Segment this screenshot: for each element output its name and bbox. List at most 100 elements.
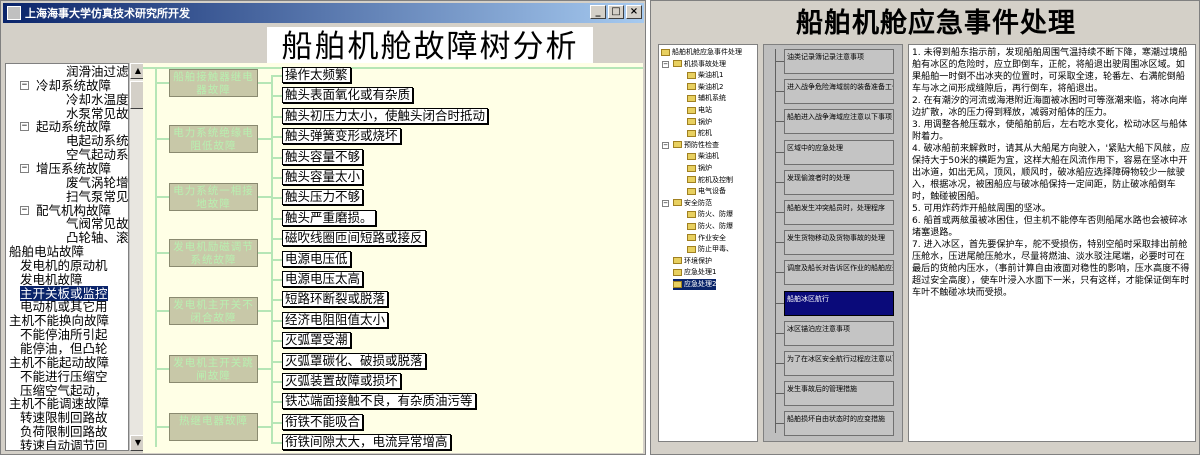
fault-item[interactable]: 触头容量太小	[282, 169, 364, 185]
emergency-category-tree[interactable]: 船舶机舱应急事件处理 − 机损事故处理 柴油机1 柴油机2 辅机系统 电站 锅炉 舵机 − 预防性检…	[658, 44, 758, 442]
tree-item[interactable]: 空气起动系	[66, 147, 128, 162]
fault-item[interactable]: 触头表面氧化或有杂质	[282, 87, 414, 104]
tree-item[interactable]: 应急处理1	[673, 267, 716, 278]
tree-item[interactable]: 主机不能调速故障	[9, 396, 109, 411]
tree-item[interactable]: 防火、防爆	[687, 209, 733, 220]
tree-collapse-icon[interactable]: −	[20, 163, 29, 173]
tree-item[interactable]: 润滑油过滤	[66, 64, 128, 79]
tree-item[interactable]: 辅机系统	[687, 93, 726, 104]
fault-item[interactable]: 灭弧罩受潮	[282, 332, 351, 349]
tree-item[interactable]: 起动系统故障	[36, 119, 111, 134]
fault-item[interactable]: 短路环断裂或脱落	[282, 291, 389, 308]
fault-group-box[interactable]: 发电机励磁调节系统故障	[169, 239, 258, 267]
fault-item[interactable]: 触头压力不够	[282, 189, 364, 206]
tree-item[interactable]: 机损事故处理	[673, 59, 726, 70]
tree-collapse-icon[interactable]: −	[20, 80, 29, 90]
tree-item[interactable]: 负荷限制回路故	[20, 424, 108, 439]
tree-item[interactable]: 电气设备	[687, 186, 726, 197]
tree-collapse-icon[interactable]: −	[20, 122, 29, 132]
fault-item[interactable]: 电源电压太高	[282, 271, 364, 287]
fault-item[interactable]: 操作太频繁	[282, 67, 351, 83]
tree-item[interactable]: 安全防范	[673, 198, 712, 209]
tree-item[interactable]: 发电机故障	[20, 272, 83, 287]
tree-item[interactable]: 配气机构故障	[36, 203, 111, 218]
fault-item[interactable]: 触头严重磨损。	[282, 209, 376, 226]
fault-item[interactable]: 触头初压力太小，使触头闭合时抵动	[282, 107, 489, 124]
tree-item[interactable]: 主机不能起动故障	[9, 355, 109, 370]
tree-item[interactable]: 废气涡轮增	[66, 175, 128, 190]
fault-item[interactable]: 衔铁间隙太大，电流异常增高	[282, 434, 451, 451]
close-button[interactable]: ×	[626, 5, 642, 19]
tree-item[interactable]: 增压系统故障	[36, 161, 111, 176]
fault-group-box[interactable]: 电力系统绝缘电阻低故障	[169, 125, 258, 153]
fault-group-box[interactable]: 热继电器故障	[169, 413, 258, 441]
procedure-item[interactable]: 发生事故后的管理措施	[784, 381, 894, 407]
tree-item[interactable]: 锅炉	[687, 163, 712, 174]
tree-collapse-icon[interactable]: −	[662, 199, 669, 207]
procedure-item[interactable]: 船舶进入战争海域应注意以下事项	[784, 109, 894, 135]
procedure-item[interactable]: 区域中的应急处理	[784, 139, 894, 165]
procedure-item[interactable]: 发现偷渡者时的处理	[784, 169, 894, 195]
procedure-item[interactable]: 发生货物移动及货物事故的处理	[784, 230, 894, 256]
tree-item[interactable]: 转速限制回路故	[20, 410, 108, 425]
fault-category-tree[interactable]: 润滑油过滤 − 冷却系统故障 冷却水温度 水泵常见故 − 起动系统故障 电起动系统 空气起动系 −…	[5, 63, 129, 451]
fault-group-box[interactable]: 船舶接触器继电器故障	[169, 69, 258, 97]
tree-item[interactable]: 转速自动调节回	[20, 438, 108, 450]
tree-item[interactable]: 柴油机2	[687, 82, 723, 93]
fault-item[interactable]: 经济电阻阻值太小	[282, 311, 389, 328]
tree-item[interactable]: 主开关板或监控	[20, 285, 108, 301]
procedure-item[interactable]: 船舶发生冲突船员时，处理程序	[784, 200, 894, 225]
tree-item[interactable]: 能停油，但凸轮	[20, 341, 108, 356]
tree-item[interactable]: 电站	[687, 105, 712, 116]
fault-item[interactable]: 衔铁不能吸合	[282, 413, 364, 430]
tree-item[interactable]: 防止甲毒、	[687, 244, 733, 255]
tree-item[interactable]: 压缩空气起动，	[20, 383, 108, 398]
tree-item[interactable]: 主机不能换向故障	[9, 313, 109, 328]
tree-item[interactable]: 柴油机1	[687, 70, 723, 81]
tree-item[interactable]: 不能进行压缩空	[20, 369, 108, 384]
tree-item[interactable]: 水泵常见故	[66, 106, 128, 121]
tree-item[interactable]: 冷却水温度	[66, 92, 128, 107]
procedure-item[interactable]: 冰区锚泊应注意事项	[784, 320, 894, 346]
procedure-item[interactable]: 船舶冰区航行	[784, 290, 894, 316]
tree-item[interactable]: 气阀常见故	[66, 216, 128, 231]
tree-item[interactable]: 不能停油所引起	[20, 327, 108, 342]
tree-item[interactable]: 锅炉	[687, 117, 712, 128]
tree-item[interactable]: 防火、防爆	[687, 221, 733, 232]
tree-item[interactable]: 凸轮轴、滚	[66, 230, 128, 245]
maximize-button[interactable]: □	[608, 5, 624, 19]
procedure-item[interactable]: 进入战争危险海域前的装备准备工作	[784, 79, 894, 105]
fault-item[interactable]: 磁吹线圈匝间短路或接反	[282, 230, 426, 247]
procedure-item[interactable]: 船舶损坏自由状态时的应变措施	[784, 411, 894, 437]
fault-group-box[interactable]: 电力系统一相接地故障	[169, 183, 258, 211]
tree-collapse-icon[interactable]: −	[662, 60, 669, 68]
fault-item[interactable]: 触头容量不够	[282, 148, 364, 165]
tree-item[interactable]: 扫气泵常见	[66, 189, 128, 204]
tree-item[interactable]: 舵机	[687, 128, 712, 139]
tree-item[interactable]: 电动机或其它用	[20, 299, 108, 314]
procedure-item[interactable]: 油类记录簿记录注意事项	[784, 49, 894, 74]
fault-item[interactable]: 灭弧罩碳化、破损或脱落	[282, 352, 426, 369]
fault-item[interactable]: 电源电压低	[282, 250, 351, 267]
minimize-button[interactable]: _	[590, 5, 606, 19]
fault-item[interactable]: 铁芯端面接触不良，有杂质油污等	[282, 393, 476, 410]
tree-item[interactable]: 船舶机舱应急事件处理	[661, 47, 742, 58]
fault-group-box[interactable]: 发电机主开关不闭合故障	[169, 297, 258, 325]
tree-item[interactable]: 环境保护	[673, 256, 712, 267]
tree-item[interactable]: 柴油机	[687, 151, 719, 162]
procedure-item[interactable]: 调度及船长对告诉区作业的船舶应遵守下列要求	[784, 260, 894, 286]
fault-group-box[interactable]: 发电机主开关跳闸故障	[169, 355, 258, 383]
tree-item[interactable]: 发电机的原动机	[20, 258, 108, 273]
tree-item[interactable]: 舵机及控制	[687, 175, 733, 186]
fault-item[interactable]: 触头弹簧变形或烧坏	[282, 128, 401, 145]
tree-item[interactable]: 电起动系统	[66, 133, 128, 148]
tree-item[interactable]: 船舶电站故障	[9, 244, 84, 259]
procedure-item[interactable]: 为了在冰区安全航行过程应注意以下事项	[784, 351, 894, 376]
tree-collapse-icon[interactable]: −	[662, 141, 669, 149]
fault-item[interactable]: 灭弧装置故障或损坏	[282, 373, 401, 389]
tree-item[interactable]: 应急处理2	[673, 279, 717, 290]
tree-collapse-icon[interactable]: −	[20, 205, 29, 215]
tree-item[interactable]: 预防性检查	[673, 140, 719, 151]
tree-item[interactable]: 冷却系统故障	[36, 78, 111, 93]
tree-item[interactable]: 作业安全	[687, 233, 726, 244]
